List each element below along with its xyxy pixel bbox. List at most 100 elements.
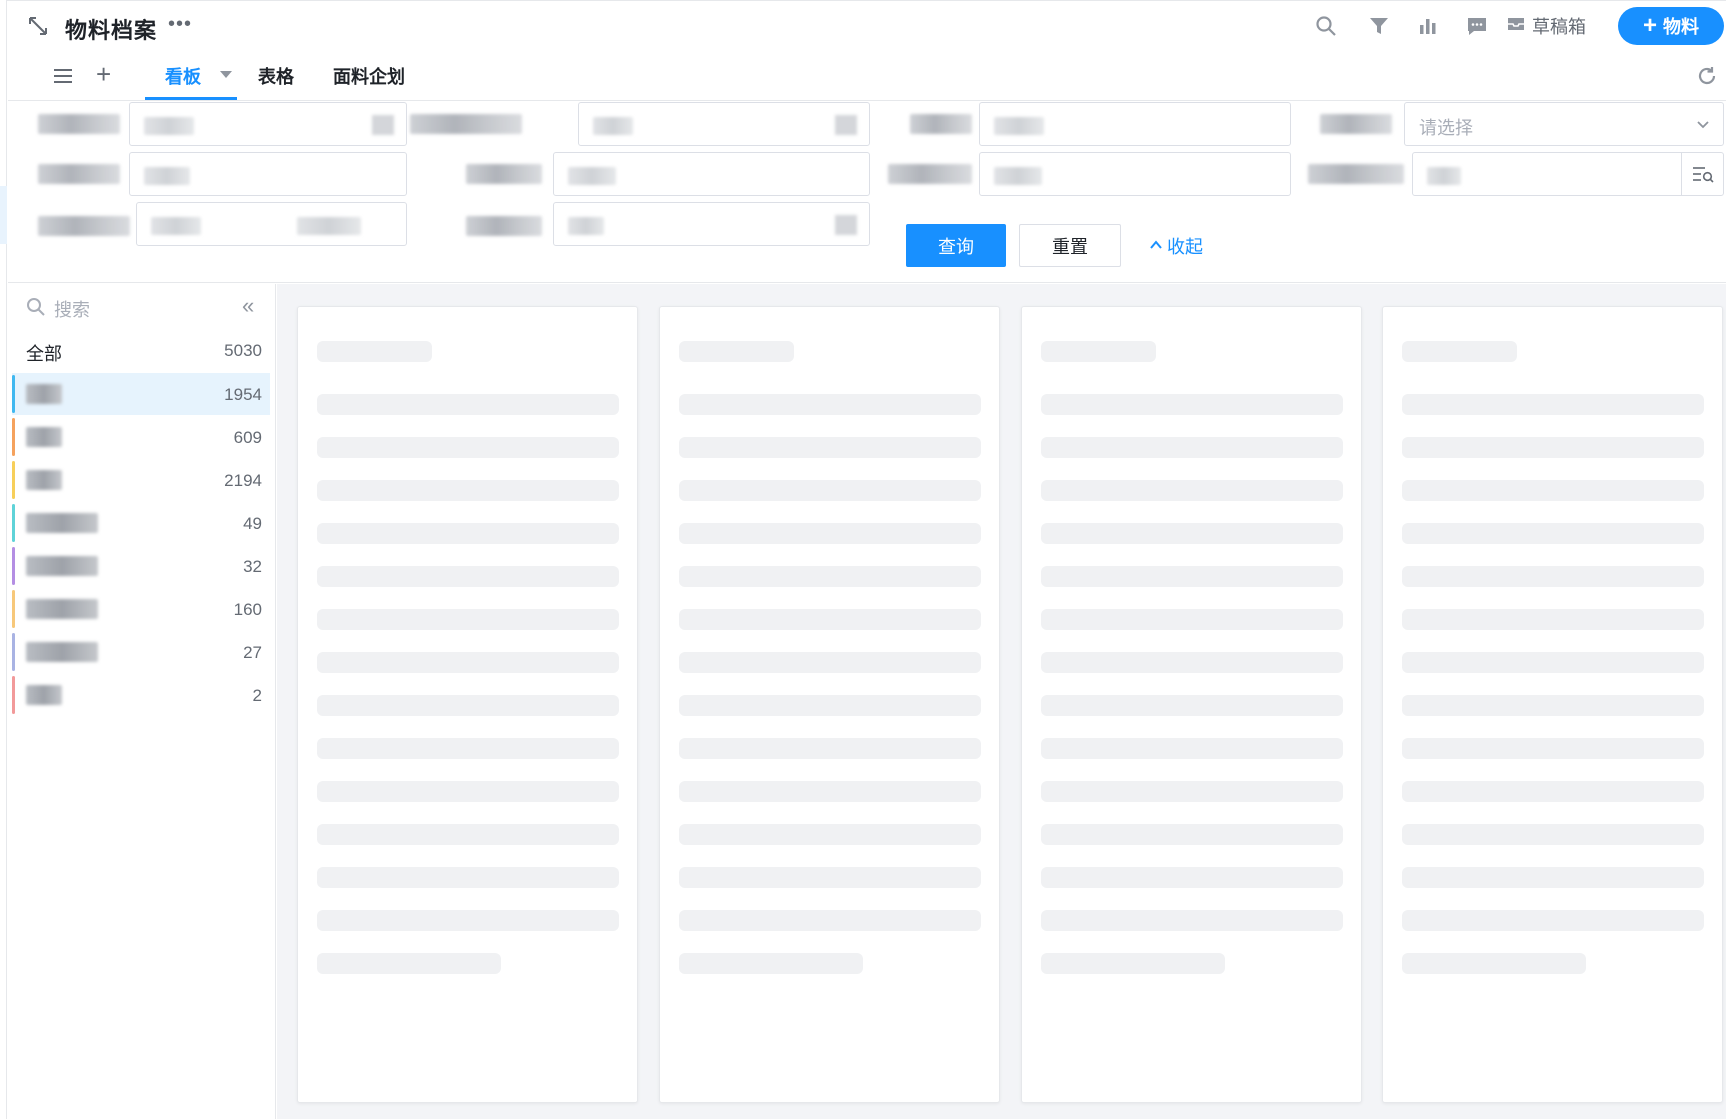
skeleton-line — [317, 394, 619, 415]
sidebar-item[interactable]: 2194 — [12, 459, 270, 501]
chart-icon[interactable] — [1415, 13, 1441, 39]
sidebar-item-label — [26, 642, 98, 662]
draft-box-button[interactable]: 草稿箱 — [1506, 13, 1586, 39]
query-button[interactable]: 查询 — [906, 224, 1006, 267]
skeleton-line — [317, 953, 501, 974]
filter-field[interactable] — [553, 152, 870, 196]
skeleton-line — [1041, 341, 1156, 362]
filter-field[interactable] — [578, 102, 870, 146]
skeleton-line — [1041, 394, 1343, 415]
skeleton-line — [679, 437, 981, 458]
add-material-button[interactable]: + 物料 — [1618, 7, 1724, 45]
filter-label — [466, 216, 542, 236]
reset-button[interactable]: 重置 — [1019, 224, 1121, 267]
sidebar-item[interactable]: 27 — [12, 631, 270, 673]
skeleton-line — [1041, 953, 1225, 974]
skeleton-line — [317, 738, 619, 759]
sidebar-item-label — [26, 556, 98, 576]
skeleton-line — [679, 781, 981, 802]
filter-field[interactable] — [979, 152, 1291, 196]
skeleton-line — [1402, 480, 1704, 501]
filter-label — [1320, 114, 1392, 134]
skeleton-line — [317, 480, 619, 501]
kanban-card-skeleton — [297, 306, 638, 1103]
skeleton-line — [1041, 867, 1343, 888]
sidebar-item-label — [26, 599, 98, 619]
sidebar-item-label — [26, 470, 62, 490]
sidebar-item[interactable]: 49 — [12, 502, 270, 544]
skeleton-line — [1041, 566, 1343, 587]
category-color-mark — [12, 504, 15, 542]
add-view-icon[interactable]: + — [96, 61, 111, 87]
skeleton-line — [679, 824, 981, 845]
skeleton-line — [679, 695, 981, 716]
sidebar-item[interactable]: 609 — [12, 416, 270, 458]
skeleton-line — [679, 394, 981, 415]
kanban-card-skeleton — [659, 306, 1000, 1103]
expand-icon[interactable] — [26, 14, 50, 38]
list-search-icon[interactable] — [1681, 153, 1723, 195]
sidebar-item[interactable]: 160 — [12, 588, 270, 630]
sidebar-item-all[interactable]: 全部 5030 — [12, 329, 270, 371]
active-tab-indicator — [145, 97, 237, 100]
tab-table[interactable]: 表格 — [258, 63, 294, 89]
skeleton-line — [1402, 695, 1704, 716]
filter-icon[interactable] — [1366, 13, 1392, 39]
tab-fabric-planning[interactable]: 面料企划 — [333, 63, 405, 89]
skeleton-line — [1402, 953, 1586, 974]
kanban-card-skeleton — [1382, 306, 1723, 1103]
skeleton-line — [679, 523, 981, 544]
draft-box-label: 草稿箱 — [1532, 17, 1586, 37]
select-field[interactable]: 请选择 — [1404, 102, 1724, 146]
filter-label — [466, 164, 542, 184]
tab-row: + 看板 表格 面料企划 — [8, 51, 1726, 101]
filter-field[interactable] — [129, 102, 407, 146]
sidebar-item[interactable]: 32 — [12, 545, 270, 587]
sidebar-item-count: 2194 — [224, 471, 262, 490]
comment-icon[interactable] — [1464, 13, 1490, 39]
category-color-mark — [12, 418, 15, 456]
add-material-label: 物料 — [1663, 17, 1699, 37]
collapse-label: 收起 — [1167, 237, 1203, 257]
skeleton-line — [679, 738, 981, 759]
search-icon[interactable] — [1313, 13, 1339, 39]
filter-field[interactable] — [136, 202, 407, 246]
sidebar-item[interactable]: 1954 — [12, 373, 270, 415]
skeleton-line — [317, 781, 619, 802]
filter-field[interactable] — [553, 202, 870, 246]
collapse-filter-button[interactable]: 收起 — [1149, 233, 1203, 259]
tab-kanban[interactable]: 看板 — [165, 63, 201, 89]
skeleton-line — [1402, 394, 1704, 415]
refresh-icon[interactable] — [1696, 65, 1718, 87]
filter-field[interactable] — [979, 102, 1291, 146]
plus-icon: + — [1642, 12, 1657, 39]
skeleton-line — [1402, 824, 1704, 845]
skeleton-line — [679, 652, 981, 673]
sidebar-item-count: 160 — [233, 600, 262, 619]
sidebar-item-label — [26, 513, 98, 533]
title-row: 物料档案 ••• 草稿箱 + 物料 — [8, 1, 1726, 51]
search-icon — [26, 297, 46, 322]
chevron-down-icon[interactable] — [220, 71, 232, 78]
sidebar-item-label: 全部 — [26, 344, 62, 364]
filter-label — [888, 164, 972, 184]
skeleton-line — [1402, 566, 1704, 587]
kanban-board — [277, 284, 1726, 1119]
more-options-icon[interactable]: ••• — [168, 13, 192, 36]
search-list-field[interactable] — [1412, 152, 1724, 196]
filter-panel: 请选择 查询 重置 收起 — [8, 102, 1726, 283]
sidebar-item-label — [26, 427, 62, 447]
sidebar-item-count: 5030 — [224, 341, 262, 360]
skeleton-line — [1402, 341, 1517, 362]
filter-label — [38, 216, 130, 236]
skeleton-line — [679, 953, 863, 974]
sidebar-item-count: 49 — [243, 514, 262, 533]
sidebar-search[interactable]: 搜索 — [26, 294, 90, 324]
window-left-rail — [0, 0, 7, 1119]
skeleton-line — [1041, 609, 1343, 630]
double-chevron-left-icon[interactable]: « — [242, 295, 254, 317]
sidebar-item[interactable]: 2 — [12, 674, 270, 716]
menu-icon[interactable] — [52, 65, 74, 87]
filter-field[interactable] — [129, 152, 407, 196]
sidebar-item-count: 32 — [243, 557, 262, 576]
